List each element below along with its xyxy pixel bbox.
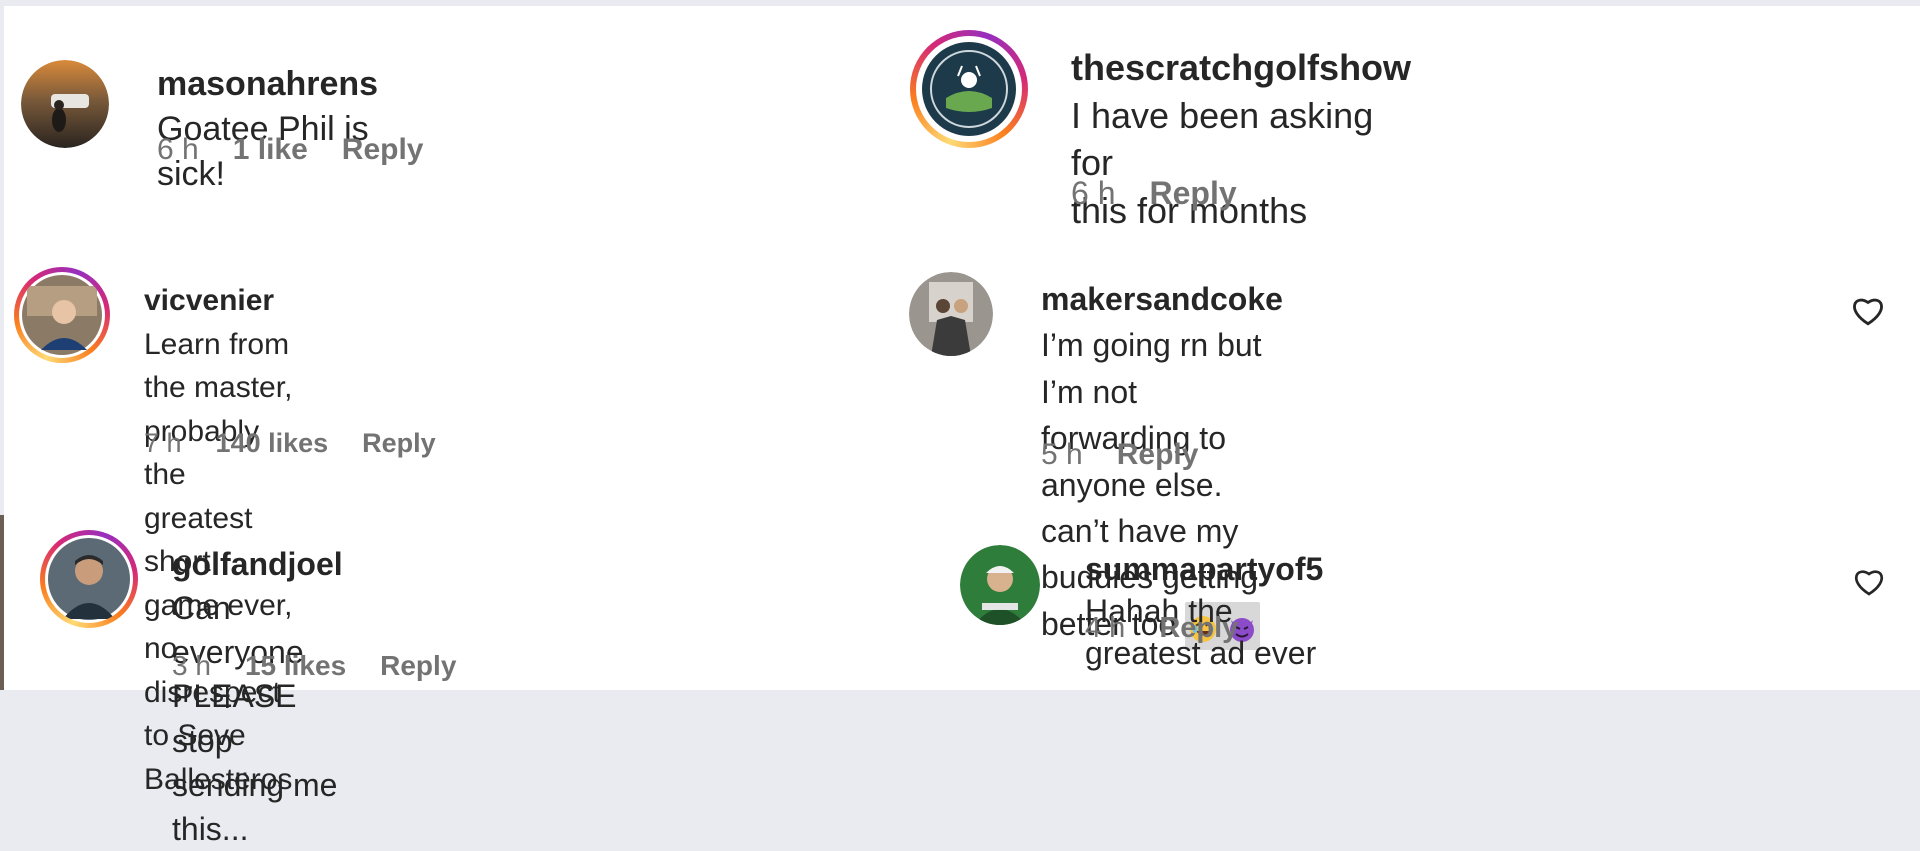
avatar[interactable]: [40, 530, 138, 628]
reply-button[interactable]: Reply: [1117, 438, 1199, 471]
avatar-photo: [21, 60, 109, 148]
heart-outline-icon[interactable]: [1853, 567, 1885, 597]
avatar[interactable]: [21, 60, 109, 148]
reply-button[interactable]: Reply: [380, 650, 456, 681]
avatar-photo: [960, 545, 1040, 625]
reply-button[interactable]: Reply: [1159, 612, 1238, 644]
comment-username[interactable]: summapartyof5: [1085, 551, 1323, 587]
comment-username[interactable]: makersandcoke: [1041, 281, 1283, 317]
reply-button[interactable]: Reply: [1149, 175, 1236, 211]
comment-text: I’m going rn but I’m not: [1041, 327, 1262, 410]
comments-column-left: [4, 6, 914, 690]
comment-text: I have been asking for: [1071, 94, 1374, 184]
comment-text-line2: sending me this...: [172, 766, 338, 847]
avatar-photo: [909, 272, 993, 356]
comment-time: 7 h: [144, 428, 182, 458]
reply-button[interactable]: Reply: [362, 428, 436, 458]
comment-likes[interactable]: 1 like: [233, 133, 308, 166]
avatar[interactable]: [960, 545, 1040, 625]
avatar-photo: [48, 538, 130, 620]
golf-logo-icon: [922, 42, 1016, 136]
heart-outline-icon[interactable]: [1851, 295, 1885, 327]
reply-button[interactable]: Reply: [342, 133, 424, 166]
comment-username[interactable]: vicvenier: [144, 284, 274, 317]
comment-time: 3 h: [172, 650, 211, 681]
comment-time: 6 h: [1071, 175, 1116, 211]
avatar[interactable]: [910, 30, 1028, 148]
comment-username[interactable]: masonahrens: [157, 65, 378, 103]
comment-username[interactable]: golfandjoel: [172, 546, 343, 582]
comment-username[interactable]: thescratchgolfshow: [1071, 47, 1411, 88]
comment-time: 6 h: [157, 133, 199, 166]
comment-time: 4 h: [1085, 612, 1126, 644]
comment-likes[interactable]: 15 likes: [245, 650, 346, 681]
edge-divider: [0, 515, 4, 690]
avatar-photo: [22, 275, 102, 355]
avatar[interactable]: [909, 272, 993, 356]
comment-time: 5 h: [1041, 438, 1083, 471]
avatar[interactable]: [14, 267, 110, 363]
comment-likes[interactable]: 140 likes: [216, 428, 329, 458]
